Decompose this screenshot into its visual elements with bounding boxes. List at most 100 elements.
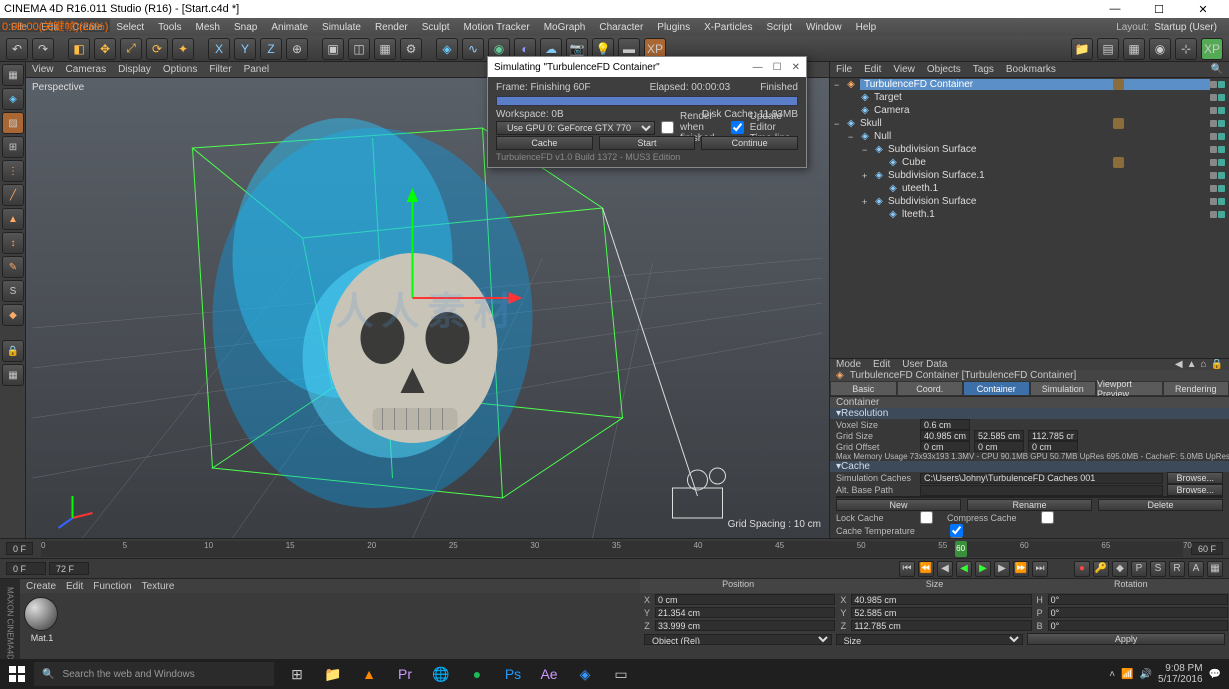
obj-menu-file[interactable]: File (836, 64, 852, 75)
object-tag[interactable] (1113, 79, 1124, 90)
start-button[interactable] (0, 659, 34, 689)
obj-menu-edit[interactable]: Edit (864, 64, 881, 75)
menu-motion-tracker[interactable]: Motion Tracker (457, 22, 537, 33)
tray-notifications-icon[interactable]: 💬 (1209, 669, 1221, 680)
y-axis-lock[interactable]: Y (234, 38, 256, 60)
grid-offset-z[interactable] (1028, 441, 1078, 452)
dialog-close[interactable]: ✕ (792, 62, 800, 73)
attr-tab-rendering[interactable]: Rendering (1163, 381, 1229, 396)
attr-nav-home-icon[interactable]: ⌂ (1201, 359, 1207, 370)
dialog-minimize[interactable]: — (753, 62, 763, 73)
render-picture-button[interactable]: ▦ (374, 38, 396, 60)
task-view-button[interactable]: ⊞ (280, 659, 314, 689)
dlg-update-checkbox[interactable] (731, 121, 744, 134)
taskbar-app-chrome[interactable]: 🌐 (424, 659, 458, 689)
tray-volume-icon[interactable]: 🔊 (1140, 669, 1152, 680)
taskbar-search[interactable]: 🔍 Search the web and Windows (34, 662, 274, 686)
attr-tab-coord[interactable]: Coord. (897, 381, 964, 396)
undo-button[interactable]: ↶ (6, 38, 28, 60)
coord-size-select[interactable]: Size (836, 634, 1024, 645)
cube-primitive-button[interactable]: ◈ (436, 38, 458, 60)
tree-expander[interactable]: − (834, 80, 844, 90)
dlg-cache-button[interactable]: Cache (496, 136, 593, 150)
xp-button[interactable]: XP (1201, 38, 1223, 60)
workplane-2-button[interactable]: ◆ (2, 304, 24, 326)
obj-menu-view[interactable]: View (893, 64, 915, 75)
menu-simulate[interactable]: Simulate (315, 22, 368, 33)
texture-mode-button[interactable]: ▨ (2, 112, 24, 134)
live-select-button[interactable]: ◧ (68, 38, 90, 60)
menu-help[interactable]: Help (849, 22, 884, 33)
tree-expander[interactable]: − (848, 132, 858, 142)
coord-size-X[interactable] (851, 594, 1031, 605)
obj-menu-bookmarks[interactable]: Bookmarks (1006, 64, 1056, 75)
coord-pos-Z[interactable] (655, 620, 835, 631)
taskbar-app-aftereffects[interactable]: Ae (532, 659, 566, 689)
vp-menu-view[interactable]: View (32, 64, 54, 75)
points-mode-button[interactable]: ⋮ (2, 160, 24, 182)
mat-menu-function[interactable]: Function (93, 581, 131, 592)
timeline-playhead[interactable]: 60 (955, 541, 967, 557)
coord-size-Z[interactable] (851, 620, 1031, 631)
goto-prev-key-button[interactable]: ⏪ (918, 561, 934, 577)
mat-menu-edit[interactable]: Edit (66, 581, 83, 592)
object-tag[interactable] (1113, 157, 1124, 168)
rename-cache-button[interactable]: Rename (967, 499, 1092, 511)
menu-render[interactable]: Render (368, 22, 415, 33)
coord-rot-H[interactable] (1048, 594, 1228, 605)
vp-menu-cameras[interactable]: Cameras (66, 64, 107, 75)
taskbar-app-explorer[interactable]: 📁 (316, 659, 350, 689)
lock-cache-checkbox[interactable] (920, 511, 933, 524)
mat-menu-create[interactable]: Create (26, 581, 56, 592)
taskbar-app-spotify[interactable]: ● (460, 659, 494, 689)
make-editable-button[interactable]: ▦ (2, 64, 24, 86)
object-manager-tree[interactable]: −◈TurbulenceFD Container◈Target◈Camera−◈… (830, 78, 1229, 358)
menu-snap[interactable]: Snap (227, 22, 264, 33)
attr-tab-basic[interactable]: Basic (830, 381, 897, 396)
z-axis-lock[interactable]: Z (260, 38, 282, 60)
goto-end-button[interactable]: ⏭ (1032, 561, 1048, 577)
edges-mode-button[interactable]: ╱ (2, 184, 24, 206)
grid-offset-y[interactable] (974, 441, 1024, 452)
taskbar-app-premiere[interactable]: Pr (388, 659, 422, 689)
dlg-render-checkbox[interactable] (661, 121, 674, 134)
voxel-size-input[interactable] (920, 419, 970, 430)
material-thumbnail[interactable]: Mat.1 (24, 597, 60, 643)
vp-menu-options[interactable]: Options (163, 64, 197, 75)
coord-system-button[interactable]: ⊕ (286, 38, 308, 60)
window-minimize[interactable]: — (1093, 0, 1137, 18)
pos-key-button[interactable]: P (1131, 561, 1147, 577)
model-mode-button[interactable]: ◈ (2, 88, 24, 110)
next-frame-button[interactable]: ▶ (994, 561, 1010, 577)
render-region-button[interactable]: ◫ (348, 38, 370, 60)
prev-frame-button[interactable]: ◀ (937, 561, 953, 577)
move-button[interactable]: ✥ (94, 38, 116, 60)
cache-density-checkbox[interactable] (950, 537, 963, 538)
tray-chevron-icon[interactable]: ˄ (1109, 669, 1115, 680)
object-tag[interactable] (1113, 118, 1124, 129)
tray-clock[interactable]: 9:08 PM5/17/2016 (1158, 663, 1203, 685)
attr-nav-back-icon[interactable]: ◀ (1175, 359, 1183, 370)
render-settings-button[interactable]: ⚙ (400, 38, 422, 60)
polygons-mode-button[interactable]: ▲ (2, 208, 24, 230)
tree-expander[interactable]: − (834, 119, 844, 129)
spline-button[interactable]: ∿ (462, 38, 484, 60)
timeline-ruler[interactable]: 60 0510152025303540455055606570 (41, 541, 1183, 557)
grid-size-x[interactable] (920, 430, 970, 441)
layout-dropdown[interactable]: Startup (User) (1154, 22, 1217, 33)
menu-plugins[interactable]: Plugins (650, 22, 697, 33)
menu-character[interactable]: Character (592, 22, 650, 33)
taskbar-app-window[interactable]: ▭ (604, 659, 638, 689)
mat-menu-texture[interactable]: Texture (142, 581, 175, 592)
simulation-dialog[interactable]: Simulating "TurbulenceFD Container" — ☐ … (487, 56, 807, 168)
dlg-gpu-select[interactable]: Use GPU 0: GeForce GTX 770 (496, 121, 655, 135)
delete-cache-button[interactable]: Delete (1098, 499, 1223, 511)
menu-script[interactable]: Script (759, 22, 799, 33)
browse-cache-button[interactable]: Browse... (1167, 472, 1223, 484)
group-resolution[interactable]: ▾ Resolution (830, 408, 1229, 419)
timeline-start[interactable]: 0 F (6, 542, 33, 555)
coord-apply-button[interactable]: Apply (1027, 633, 1225, 645)
attr-tab-simulation[interactable]: Simulation (1030, 381, 1097, 396)
vp-menu-display[interactable]: Display (118, 64, 151, 75)
tree-expander[interactable]: + (862, 171, 872, 181)
